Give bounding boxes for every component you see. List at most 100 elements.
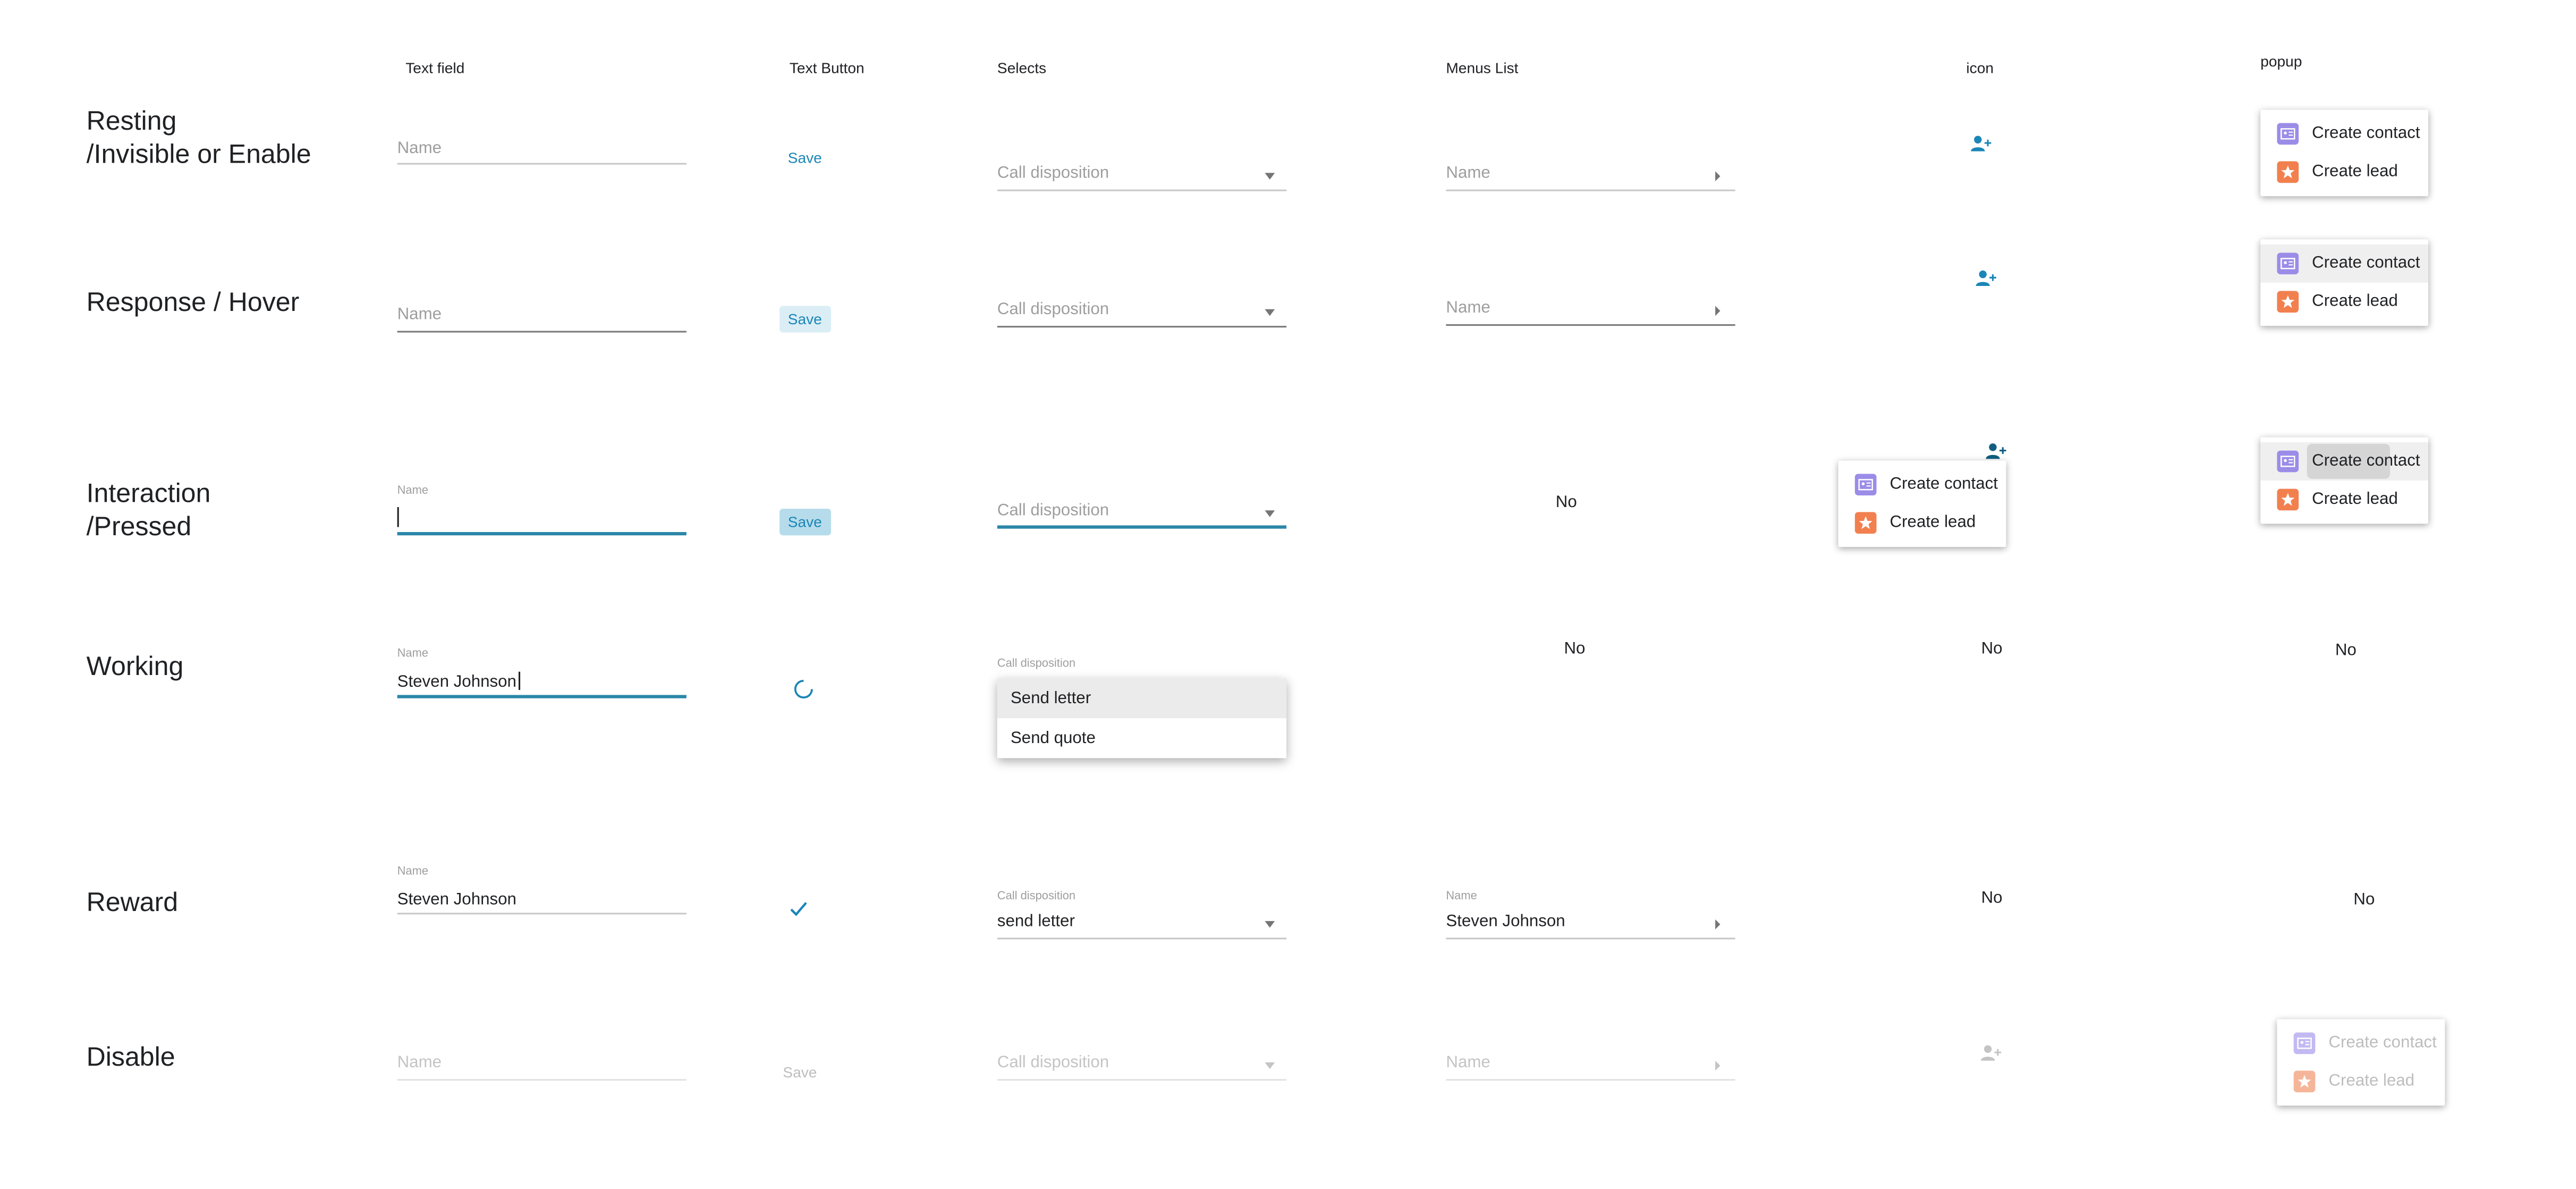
select-underline-active [997, 525, 1287, 529]
add-person-icon[interactable] [1985, 439, 2008, 459]
menus-list-value: Steven Johnson [1446, 913, 1565, 931]
star-icon [2277, 291, 2299, 313]
text-field-underline [397, 163, 687, 165]
save-button-hover[interactable]: Save [779, 306, 831, 333]
menu-item-create-lead[interactable]: Create lead [2260, 283, 2428, 321]
select-floating-label: Call disposition [997, 891, 1076, 903]
menu-item-create-lead: Create lead [2277, 1062, 2445, 1101]
text-field-placeholder: Name [397, 139, 442, 158]
star-icon [2277, 161, 2299, 183]
text-field-resting[interactable]: Name [397, 136, 687, 166]
column-header-selects: Selects [997, 60, 1047, 77]
contact-card-icon [2293, 1032, 2316, 1055]
chevron-down-icon [1265, 173, 1275, 180]
text-field-underline [397, 331, 687, 333]
menus-list-placeholder: Name [1446, 164, 1490, 183]
text-field-floating-label: Name [397, 648, 429, 660]
menu-item-create-lead[interactable]: Create lead [1838, 504, 2006, 542]
menus-list-hover[interactable]: Name [1446, 298, 1735, 327]
save-button-resting[interactable]: Save [779, 145, 830, 171]
menus-list-disabled: Name [1446, 1052, 1735, 1082]
menus-list-reward[interactable]: Name Steven Johnson [1446, 891, 1735, 941]
menu-item-create-contact[interactable]: Create contact [2260, 442, 2429, 480]
select-option[interactable]: Send letter [997, 678, 1287, 719]
row-label-hover: Response / Hover [86, 289, 300, 318]
select-reward[interactable]: Call disposition send letter [997, 891, 1287, 941]
chevron-down-icon [1265, 510, 1275, 517]
select-value: send letter [997, 913, 1075, 931]
text-field-value: Steven Johnson [397, 671, 520, 692]
menus-list-underline [1446, 1079, 1735, 1081]
row-label-reward: Reward [86, 889, 179, 918]
text-field-pressed[interactable]: Name [397, 485, 687, 538]
add-person-icon[interactable] [1975, 266, 1998, 286]
select-underline [997, 326, 1287, 328]
add-person-icon[interactable] [1970, 131, 1993, 151]
not-applicable-text: No [1555, 494, 1577, 512]
text-field-floating-label: Name [397, 485, 429, 497]
select-floating-label: Call disposition [997, 658, 1076, 670]
text-field-floating-label: Name [397, 866, 429, 878]
save-button-pressed[interactable]: Save [779, 509, 831, 536]
select-placeholder: Call disposition [997, 502, 1109, 521]
text-field-placeholder: Name [397, 306, 442, 324]
chevron-right-icon [1715, 171, 1721, 181]
row-label-resting: Resting /Invisible or Enable [86, 108, 311, 170]
row-label-working: Working [86, 653, 184, 682]
select-dropdown: Send letter Send quote [997, 678, 1287, 758]
menu-item-create-contact[interactable]: Create contact [1838, 466, 2006, 504]
star-icon [2277, 488, 2299, 511]
contact-card-icon [2277, 252, 2299, 275]
select-placeholder: Call disposition [997, 301, 1109, 319]
not-applicable-text: No [1981, 640, 2003, 659]
contact-card-icon [2277, 123, 2299, 145]
popup-menu-resting: Create contact Create lead [2260, 109, 2429, 197]
menus-list-resting[interactable]: Name [1446, 163, 1735, 193]
popup-menu-pressed: Create contact Create lead [2260, 437, 2429, 524]
chevron-right-icon [1715, 1060, 1721, 1071]
star-icon [1854, 512, 1877, 534]
row-label-pressed: Interaction /Pressed [86, 480, 211, 542]
select-hover[interactable]: Call disposition [997, 299, 1287, 329]
spinner-icon [793, 678, 815, 700]
text-field-reward[interactable]: Name Steven Johnson [397, 866, 687, 920]
column-header-menus-list: Menus List [1446, 60, 1519, 77]
save-button-disabled: Save [783, 1064, 817, 1081]
checkmark-icon [788, 898, 810, 920]
text-field-underline-active [397, 532, 687, 536]
select-resting[interactable]: Call disposition [997, 163, 1287, 193]
menu-item-create-contact: Create contact [2277, 1024, 2445, 1062]
not-applicable-text: No [2335, 642, 2357, 660]
menu-item-create-lead[interactable]: Create lead [2260, 153, 2428, 191]
menus-list-floating-label: Name [1446, 891, 1477, 903]
text-field-underline-active [397, 695, 687, 698]
select-placeholder: Call disposition [997, 164, 1109, 183]
column-header-text-button: Text Button [789, 60, 865, 77]
column-header-popup: popup [2260, 53, 2302, 70]
column-header-text-field: Text field [405, 60, 465, 77]
text-field-working[interactable]: Name Steven Johnson [397, 648, 687, 702]
text-field-placeholder: Name [397, 1054, 442, 1073]
add-person-icon [1979, 1041, 2003, 1061]
select-underline [997, 1079, 1287, 1081]
menu-item-create-lead[interactable]: Create lead [2260, 480, 2428, 519]
popup-menu-disabled: Create contact Create lead [2277, 1019, 2445, 1106]
text-field-value: Steven Johnson [397, 891, 516, 910]
not-applicable-text: No [1564, 640, 1586, 659]
menus-list-placeholder: Name [1446, 299, 1490, 318]
text-field-hover[interactable]: Name [397, 302, 687, 333]
select-pressed[interactable]: Call disposition [997, 501, 1287, 530]
select-disabled: Call disposition [997, 1052, 1287, 1082]
row-label-disable: Disable [86, 1044, 175, 1073]
select-option[interactable]: Send quote [997, 718, 1286, 758]
menu-item-create-contact[interactable]: Create contact [2260, 244, 2429, 283]
not-applicable-text: No [2353, 891, 2375, 910]
menus-list-underline [1446, 324, 1735, 326]
contact-card-icon [1854, 474, 1877, 496]
chevron-down-icon [1265, 1062, 1275, 1069]
icon-popup-menu: Create contact Create lead [1838, 460, 2006, 547]
select-placeholder: Call disposition [997, 1054, 1109, 1073]
menu-item-create-contact[interactable]: Create contact [2260, 115, 2428, 153]
menus-list-placeholder: Name [1446, 1054, 1490, 1073]
menus-list-underline [1446, 189, 1735, 191]
